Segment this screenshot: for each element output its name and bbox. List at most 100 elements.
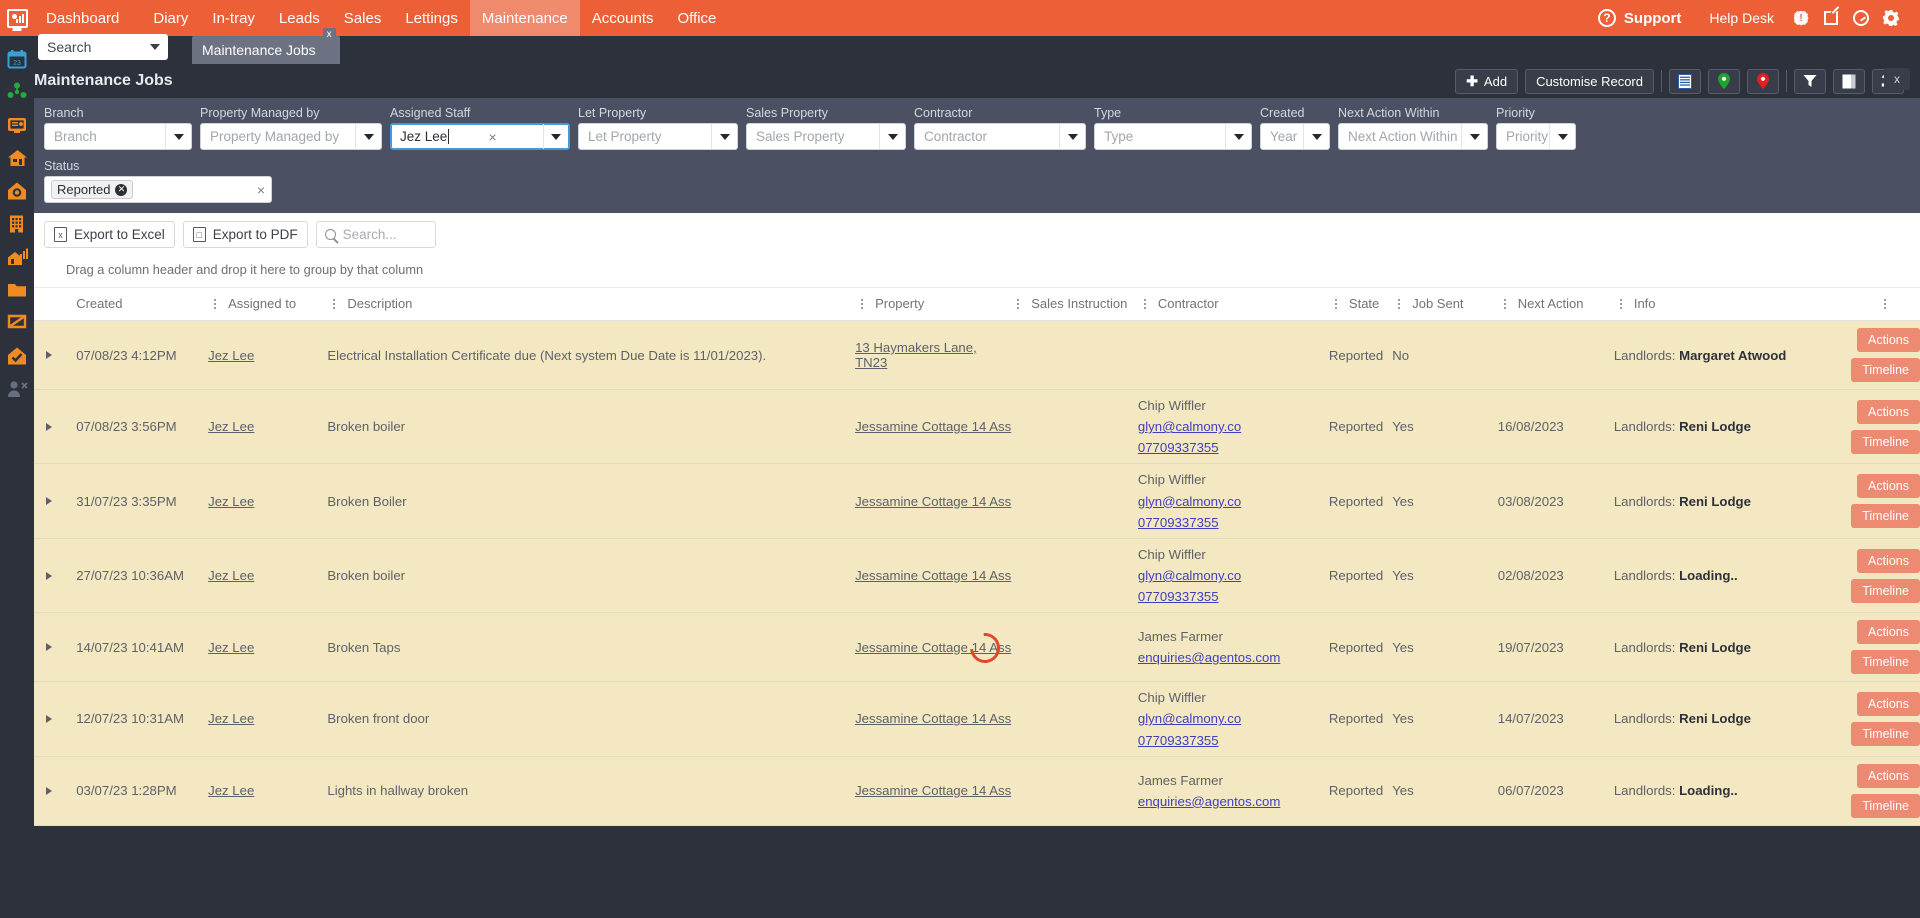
export-to-excel-button[interactable]: x Export to Excel [44, 221, 175, 248]
column-menu-icon[interactable] [327, 298, 341, 309]
help-desk-link[interactable]: Help Desk [1697, 10, 1786, 26]
dropdown-arrow-button[interactable] [1461, 124, 1487, 149]
filter-select-assigned-staff[interactable]: Jez Lee × [390, 123, 570, 150]
header-property[interactable]: Property [855, 288, 1012, 321]
filter-select-next-action-within[interactable]: Next Action Within [1338, 123, 1488, 150]
group-by-dropzone[interactable]: Drag a column header and drop it here to… [34, 256, 1920, 288]
sidebar-item-property-chart[interactable] [0, 240, 34, 273]
column-menu-icon[interactable] [1329, 298, 1343, 309]
dropdown-arrow-button[interactable] [1303, 124, 1329, 149]
column-menu-icon[interactable] [208, 298, 222, 309]
close-page-button[interactable]: x [1884, 68, 1910, 90]
contractor-phone-link[interactable]: 07709337355 [1138, 438, 1329, 457]
table-row[interactable]: 07/08/23 4:12PM Jez Lee Electrical Install… [34, 320, 1920, 390]
close-icon[interactable]: x [322, 28, 336, 41]
filter-button[interactable] [1794, 68, 1826, 94]
filter-select-branch[interactable]: Branch [44, 123, 192, 150]
actions-button[interactable]: Actions [1857, 691, 1920, 716]
status-filter-input[interactable]: Reported ✕ × [44, 176, 272, 203]
actions-button[interactable]: Actions [1857, 763, 1920, 788]
contractor-email-link[interactable]: enquiries@agentos.com [1138, 792, 1329, 811]
header-created[interactable]: Created [76, 288, 209, 321]
timeline-button[interactable]: Timeline [1851, 650, 1920, 675]
nav-item-in-tray[interactable]: In-tray [200, 0, 267, 36]
nav-item-sales[interactable]: Sales [332, 0, 394, 36]
contractor-phone-link[interactable]: 07709337355 [1138, 513, 1329, 532]
property-link[interactable]: Jessamine Cottage 14 Ass [855, 419, 1011, 434]
table-row[interactable]: 31/07/23 3:35PM Jez Lee Broken Boiler Jessa… [34, 463, 1920, 539]
clear-status-icon[interactable]: × [257, 182, 265, 198]
timeline-button[interactable]: Timeline [1851, 504, 1920, 529]
actions-button[interactable]: Actions [1857, 474, 1920, 499]
property-link[interactable]: Jessamine Cottage 14 Ass [855, 568, 1011, 583]
customise-record-button[interactable]: Customise Record [1525, 68, 1654, 94]
column-menu-icon[interactable] [1011, 298, 1025, 309]
nav-item-maintenance[interactable]: Maintenance [469, 0, 580, 36]
table-row[interactable]: 03/07/23 1:28PM Jez Lee Lights in hallway … [34, 756, 1920, 826]
column-menu-icon[interactable] [855, 298, 869, 309]
contractor-email-link[interactable]: glyn@calmony.co [1138, 492, 1329, 511]
nav-item-accounts[interactable]: Accounts [580, 0, 666, 36]
table-row[interactable]: 12/07/23 10:31AM Jez Lee Broken front door… [34, 681, 1920, 757]
expand-row-icon[interactable] [46, 351, 52, 359]
row-expander-cell[interactable] [34, 463, 77, 539]
filter-select-sales-property[interactable]: Sales Property [746, 123, 906, 150]
support-button[interactable]: ? Support [1582, 9, 1698, 27]
contractor-phone-link[interactable]: 07709337355 [1138, 731, 1329, 750]
header-sales-instruction[interactable]: Sales Instruction [1011, 288, 1138, 321]
dropdown-arrow-button[interactable] [1549, 124, 1575, 149]
global-search-dropdown[interactable]: Search [38, 34, 168, 60]
book-button[interactable] [1833, 68, 1865, 94]
status-chip-reported[interactable]: Reported ✕ [51, 180, 134, 199]
sidebar-item-network[interactable] [0, 75, 34, 108]
green-map-pin-button[interactable] [1708, 68, 1740, 94]
assigned-to-link[interactable]: Jez Lee [208, 640, 254, 655]
assigned-to-link[interactable]: Jez Lee [208, 348, 254, 363]
filter-select-contractor[interactable]: Contractor [914, 123, 1086, 150]
contractor-email-link[interactable]: glyn@calmony.co [1138, 709, 1329, 728]
red-map-pin-button[interactable] [1747, 68, 1779, 94]
column-menu-icon[interactable] [1138, 298, 1152, 309]
property-link[interactable]: Jessamine Cottage 14 Ass [855, 494, 1011, 509]
timeline-button[interactable]: Timeline [1851, 358, 1920, 382]
gear-icon[interactable] [1876, 0, 1906, 36]
row-expander-cell[interactable] [34, 612, 77, 683]
actions-button[interactable]: Actions [1857, 328, 1920, 352]
list-view-button[interactable] [1669, 68, 1701, 94]
dropdown-arrow-button[interactable] [1225, 124, 1251, 149]
assigned-to-link[interactable]: Jez Lee [208, 568, 254, 583]
column-menu-icon[interactable] [1878, 298, 1892, 309]
expand-row-icon[interactable] [46, 714, 52, 723]
add-button[interactable]: ✚ Add [1455, 68, 1519, 94]
export-to-pdf-button[interactable]: □ Export to PDF [182, 221, 308, 248]
expand-row-icon[interactable] [46, 643, 52, 652]
column-menu-icon[interactable] [1498, 298, 1512, 309]
sidebar-item-home[interactable] [0, 141, 34, 174]
sidebar-item-folder[interactable] [0, 273, 34, 306]
nav-item-office[interactable]: Office [665, 0, 728, 36]
grid-search-input[interactable]: Search... [315, 221, 436, 248]
header-state[interactable]: State [1328, 288, 1393, 321]
sidebar-item-house-camera[interactable] [0, 174, 34, 207]
assigned-to-link[interactable]: Jez Lee [208, 419, 254, 434]
expand-row-icon[interactable] [46, 786, 52, 795]
row-expander-cell[interactable] [34, 320, 77, 390]
timeline-button[interactable]: Timeline [1851, 429, 1920, 454]
filter-select-priority[interactable]: Priority [1496, 123, 1576, 150]
filter-select-created[interactable]: Year [1260, 123, 1330, 150]
sidebar-item-maintenance-person[interactable] [0, 372, 34, 405]
tab-maintenance-jobs[interactable]: Maintenance Jobs x [192, 28, 340, 64]
timeline-button[interactable]: Timeline [1851, 721, 1920, 746]
contractor-email-link[interactable]: glyn@calmony.co [1138, 566, 1329, 585]
row-expander-cell[interactable] [34, 681, 77, 757]
filter-select-let-property[interactable]: Let Property [578, 123, 738, 150]
contractor-email-link[interactable]: enquiries@agentos.com [1138, 648, 1329, 667]
alert-badge-icon[interactable] [1786, 0, 1816, 36]
dropdown-arrow-button[interactable] [355, 124, 381, 149]
contractor-email-link[interactable]: glyn@calmony.co [1138, 417, 1329, 436]
sidebar-item-calendar[interactable]: 23 [0, 42, 34, 75]
sidebar-item-monitor[interactable] [0, 108, 34, 141]
column-menu-icon[interactable] [1614, 298, 1628, 309]
row-expander-cell[interactable] [34, 756, 77, 826]
expand-row-icon[interactable] [46, 497, 52, 506]
